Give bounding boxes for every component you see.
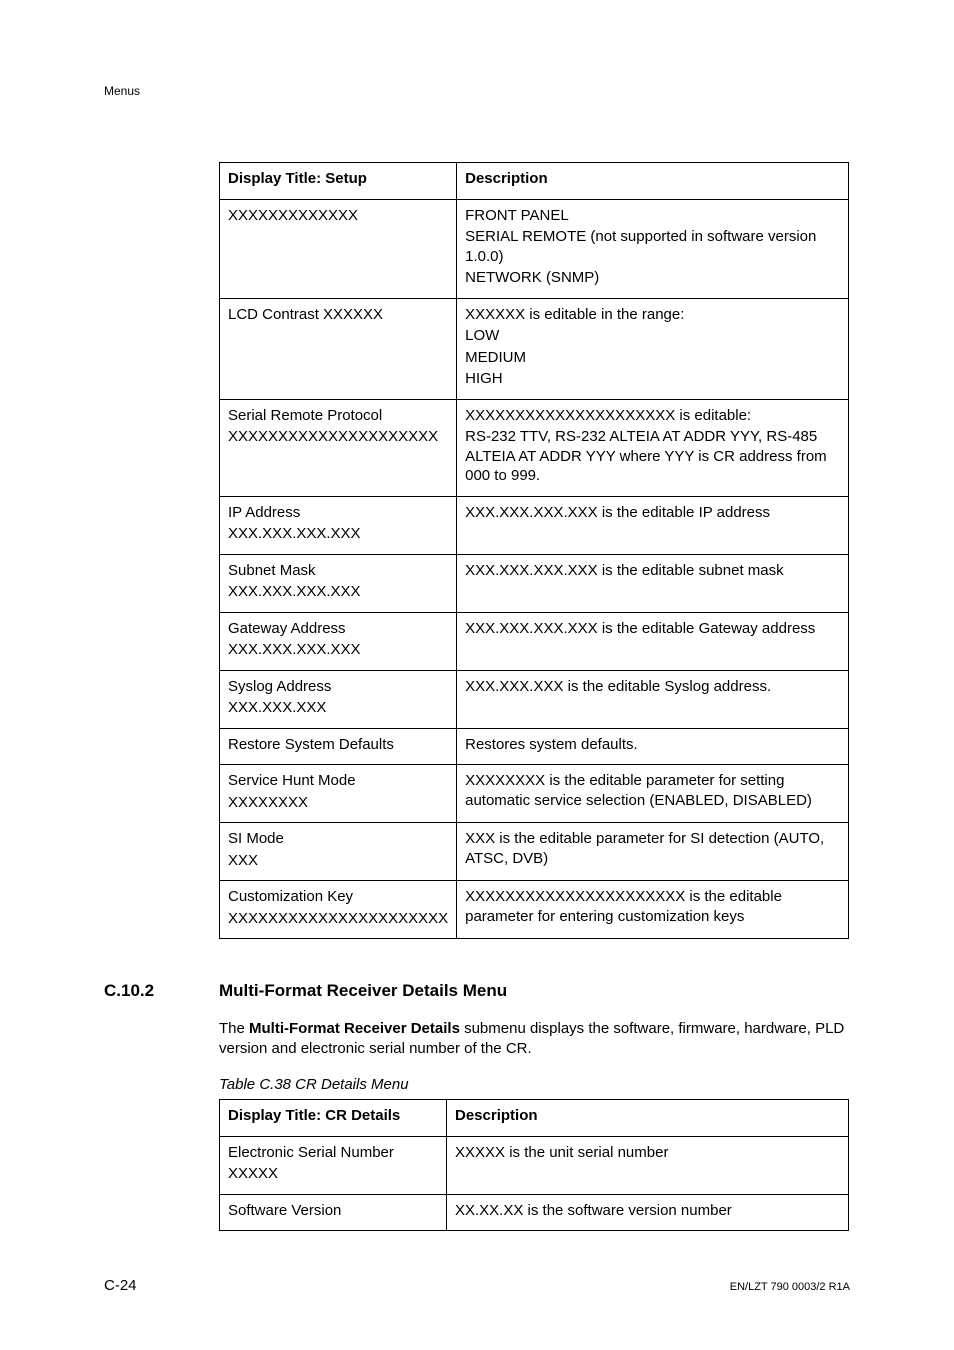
table-cell: XXX.XXX.XXX.XXX is the editable IP addre… — [457, 496, 849, 554]
table2-header-col2: Description — [447, 1100, 849, 1137]
doc-id: EN/LZT 790 0003/2 R1A — [730, 1281, 850, 1293]
table-cell-line: NETWORK (SNMP) — [465, 268, 840, 288]
section-number: C.10.2 — [104, 981, 219, 1001]
table-cell: XX.XX.XX is the software version number — [447, 1194, 849, 1231]
cr-details-table: Display Title: CR Details Description El… — [219, 1099, 849, 1231]
table-row: Electronic Serial NumberXXXXX XXXXX is th… — [220, 1136, 849, 1194]
table-cell-line: MEDIUM — [465, 348, 840, 368]
table-cell: Syslog AddressXXX.XXX.XXX — [220, 670, 457, 728]
table-cell: Service Hunt ModeXXXXXXXX — [220, 765, 457, 823]
table-cell: Gateway AddressXXX.XXX.XXX.XXX — [220, 612, 457, 670]
table-row: Restore System Defaults Restores system d… — [220, 728, 849, 765]
table-cell-line: Electronic Serial Number — [228, 1143, 438, 1163]
table-cell: FRONT PANELSERIAL REMOTE (not supported … — [457, 199, 849, 298]
table-cell-line: XXX.XXX.XXX.XXX — [228, 640, 448, 660]
table-cell-line: Subnet Mask — [228, 561, 448, 581]
table-cell: Subnet MaskXXX.XXX.XXX.XXX — [220, 554, 457, 612]
table-cell: Restores system defaults. — [457, 728, 849, 765]
table-cell-line: XXX.XXX.XXX.XXX — [228, 582, 448, 602]
table-row: Serial Remote ProtocolXXXXXXXXXXXXXXXXXX… — [220, 399, 849, 496]
table-cell: XXX.XXX.XXX.XXX is the editable subnet m… — [457, 554, 849, 612]
table-cell-line: XXX.XXX.XXX — [228, 698, 448, 718]
table-cell-line: Service Hunt Mode — [228, 771, 448, 791]
table-cell-line: XXXXXXXXXXXXXXXXXXXXX — [228, 427, 448, 447]
table-cell-line: XXXXXXXXXXXXX — [228, 206, 448, 226]
page-number: C-24 — [104, 1277, 137, 1294]
table-cell: XXXXXXXXXXXXXXXXXXXXXX is the editable p… — [457, 881, 849, 939]
table2-header-col1: Display Title: CR Details — [220, 1100, 447, 1137]
table-cell-line: SI Mode — [228, 829, 448, 849]
table-cell-line: LOW — [465, 326, 840, 346]
table-cell: Customization KeyXXXXXXXXXXXXXXXXXXXXXX — [220, 881, 457, 939]
table-cell-line: Serial Remote Protocol — [228, 406, 448, 426]
table1-header-col2: Description — [457, 163, 849, 200]
setup-table: Display Title: Setup Description XXXXXXX… — [219, 162, 849, 939]
table2-caption: Table C.38 CR Details Menu — [219, 1076, 850, 1093]
section-intro: The Multi-Format Receiver Details submen… — [219, 1019, 850, 1058]
table-row: Software Version XX.XX.XX is the software… — [220, 1194, 849, 1231]
table-cell-line: XXX.XXX.XXX.XXX is the editable Gateway … — [465, 619, 840, 639]
table-cell: XXX.XXX.XXX is the editable Syslog addre… — [457, 670, 849, 728]
table-row: LCD Contrast XXXXXX XXXXXX is editable in… — [220, 298, 849, 399]
table-row: XXXXXXXXXXXXX FRONT PANELSERIAL REMOTE (n… — [220, 199, 849, 298]
table-cell-line: SERIAL REMOTE (not supported in software… — [465, 227, 840, 266]
table-cell-line: XXXXXXXXXXXXXXXXXXXXXX — [228, 909, 448, 929]
table-row: Gateway AddressXXX.XXX.XXX.XXXXXX.XXX.XX… — [220, 612, 849, 670]
table-cell-line: XXXXXXXX — [228, 793, 448, 813]
table-cell-line: Restore System Defaults — [228, 735, 448, 755]
table-cell-line: Syslog Address — [228, 677, 448, 697]
table-cell: XXXXXXXX is the editable parameter for s… — [457, 765, 849, 823]
table-cell: Software Version — [220, 1194, 447, 1231]
table1-header-col1: Display Title: Setup — [220, 163, 457, 200]
breadcrumb: Menus — [104, 84, 140, 98]
table-row: Syslog AddressXXX.XXX.XXX XXX.XXX.XXX is … — [220, 670, 849, 728]
table-cell-line: XXX.XXX.XXX is the editable Syslog addre… — [465, 677, 840, 697]
intro-prefix: The — [219, 1020, 249, 1037]
table-cell: XXX.XXX.XXX.XXX is the editable Gateway … — [457, 612, 849, 670]
table-cell-line: XXX.XXX.XXX.XXX is the editable IP addre… — [465, 503, 840, 523]
intro-bold: Multi-Format Receiver Details — [249, 1020, 460, 1037]
table-row: IP AddressXXX.XXX.XXX.XXXXXX.XXX.XXX.XXX… — [220, 496, 849, 554]
table-row: Service Hunt ModeXXXXXXXXXXXXXXXX is the… — [220, 765, 849, 823]
table-cell: Restore System Defaults — [220, 728, 457, 765]
table-cell-line: Restores system defaults. — [465, 735, 840, 755]
table-row: Customization KeyXXXXXXXXXXXXXXXXXXXXXXX… — [220, 881, 849, 939]
table-cell: Electronic Serial NumberXXXXX — [220, 1136, 447, 1194]
table-cell-line: Customization Key — [228, 887, 448, 907]
table-cell-line: XXXXXXXX is the editable parameter for s… — [465, 771, 840, 810]
table-cell: XXXXXXXXXXXXX — [220, 199, 457, 298]
table-cell-line: XXXXXXXXXXXXXXXXXXXXXX is the editable p… — [465, 887, 840, 926]
table-cell: XXXXX is the unit serial number — [447, 1136, 849, 1194]
table-cell-line: XXX is the editable parameter for SI det… — [465, 829, 840, 868]
table-cell: IP AddressXXX.XXX.XXX.XXX — [220, 496, 457, 554]
table-cell-line: XXXXX is the unit serial number — [455, 1143, 840, 1163]
table-row: Subnet MaskXXX.XXX.XXX.XXXXXX.XXX.XXX.XX… — [220, 554, 849, 612]
table-cell: LCD Contrast XXXXXX — [220, 298, 457, 399]
table-cell-line: FRONT PANEL — [465, 206, 840, 226]
table-cell-line: IP Address — [228, 503, 448, 523]
table-row: SI ModeXXXXXX is the editable parameter … — [220, 823, 849, 881]
table-cell: XXXXXX is editable in the range:LOWMEDIU… — [457, 298, 849, 399]
table-cell-line: Software Version — [228, 1201, 438, 1221]
table-cell-line: XXX.XXX.XXX.XXX is the editable subnet m… — [465, 561, 840, 581]
table-cell-line: XXX.XXX.XXX.XXX — [228, 524, 448, 544]
table-cell-line: XXXXX — [228, 1164, 438, 1184]
table-cell-line: XX.XX.XX is the software version number — [455, 1201, 840, 1221]
table-cell-line: XXX — [228, 851, 448, 871]
table-cell: XXX is the editable parameter for SI det… — [457, 823, 849, 881]
table-cell: XXXXXXXXXXXXXXXXXXXXX is editable:RS-232… — [457, 399, 849, 496]
table-cell-line: XXXXXXXXXXXXXXXXXXXXX is editable: — [465, 406, 840, 426]
table-cell: SI ModeXXX — [220, 823, 457, 881]
table-cell-line: Gateway Address — [228, 619, 448, 639]
table-cell-line: HIGH — [465, 369, 840, 389]
section-title: Multi-Format Receiver Details Menu — [219, 981, 507, 1001]
table-cell-line: LCD Contrast XXXXXX — [228, 305, 448, 325]
table-cell-line: RS-232 TTV, RS-232 ALTEIA AT ADDR YYY, R… — [465, 427, 840, 486]
table-cell-line: XXXXXX is editable in the range: — [465, 305, 840, 325]
table-cell: Serial Remote ProtocolXXXXXXXXXXXXXXXXXX… — [220, 399, 457, 496]
